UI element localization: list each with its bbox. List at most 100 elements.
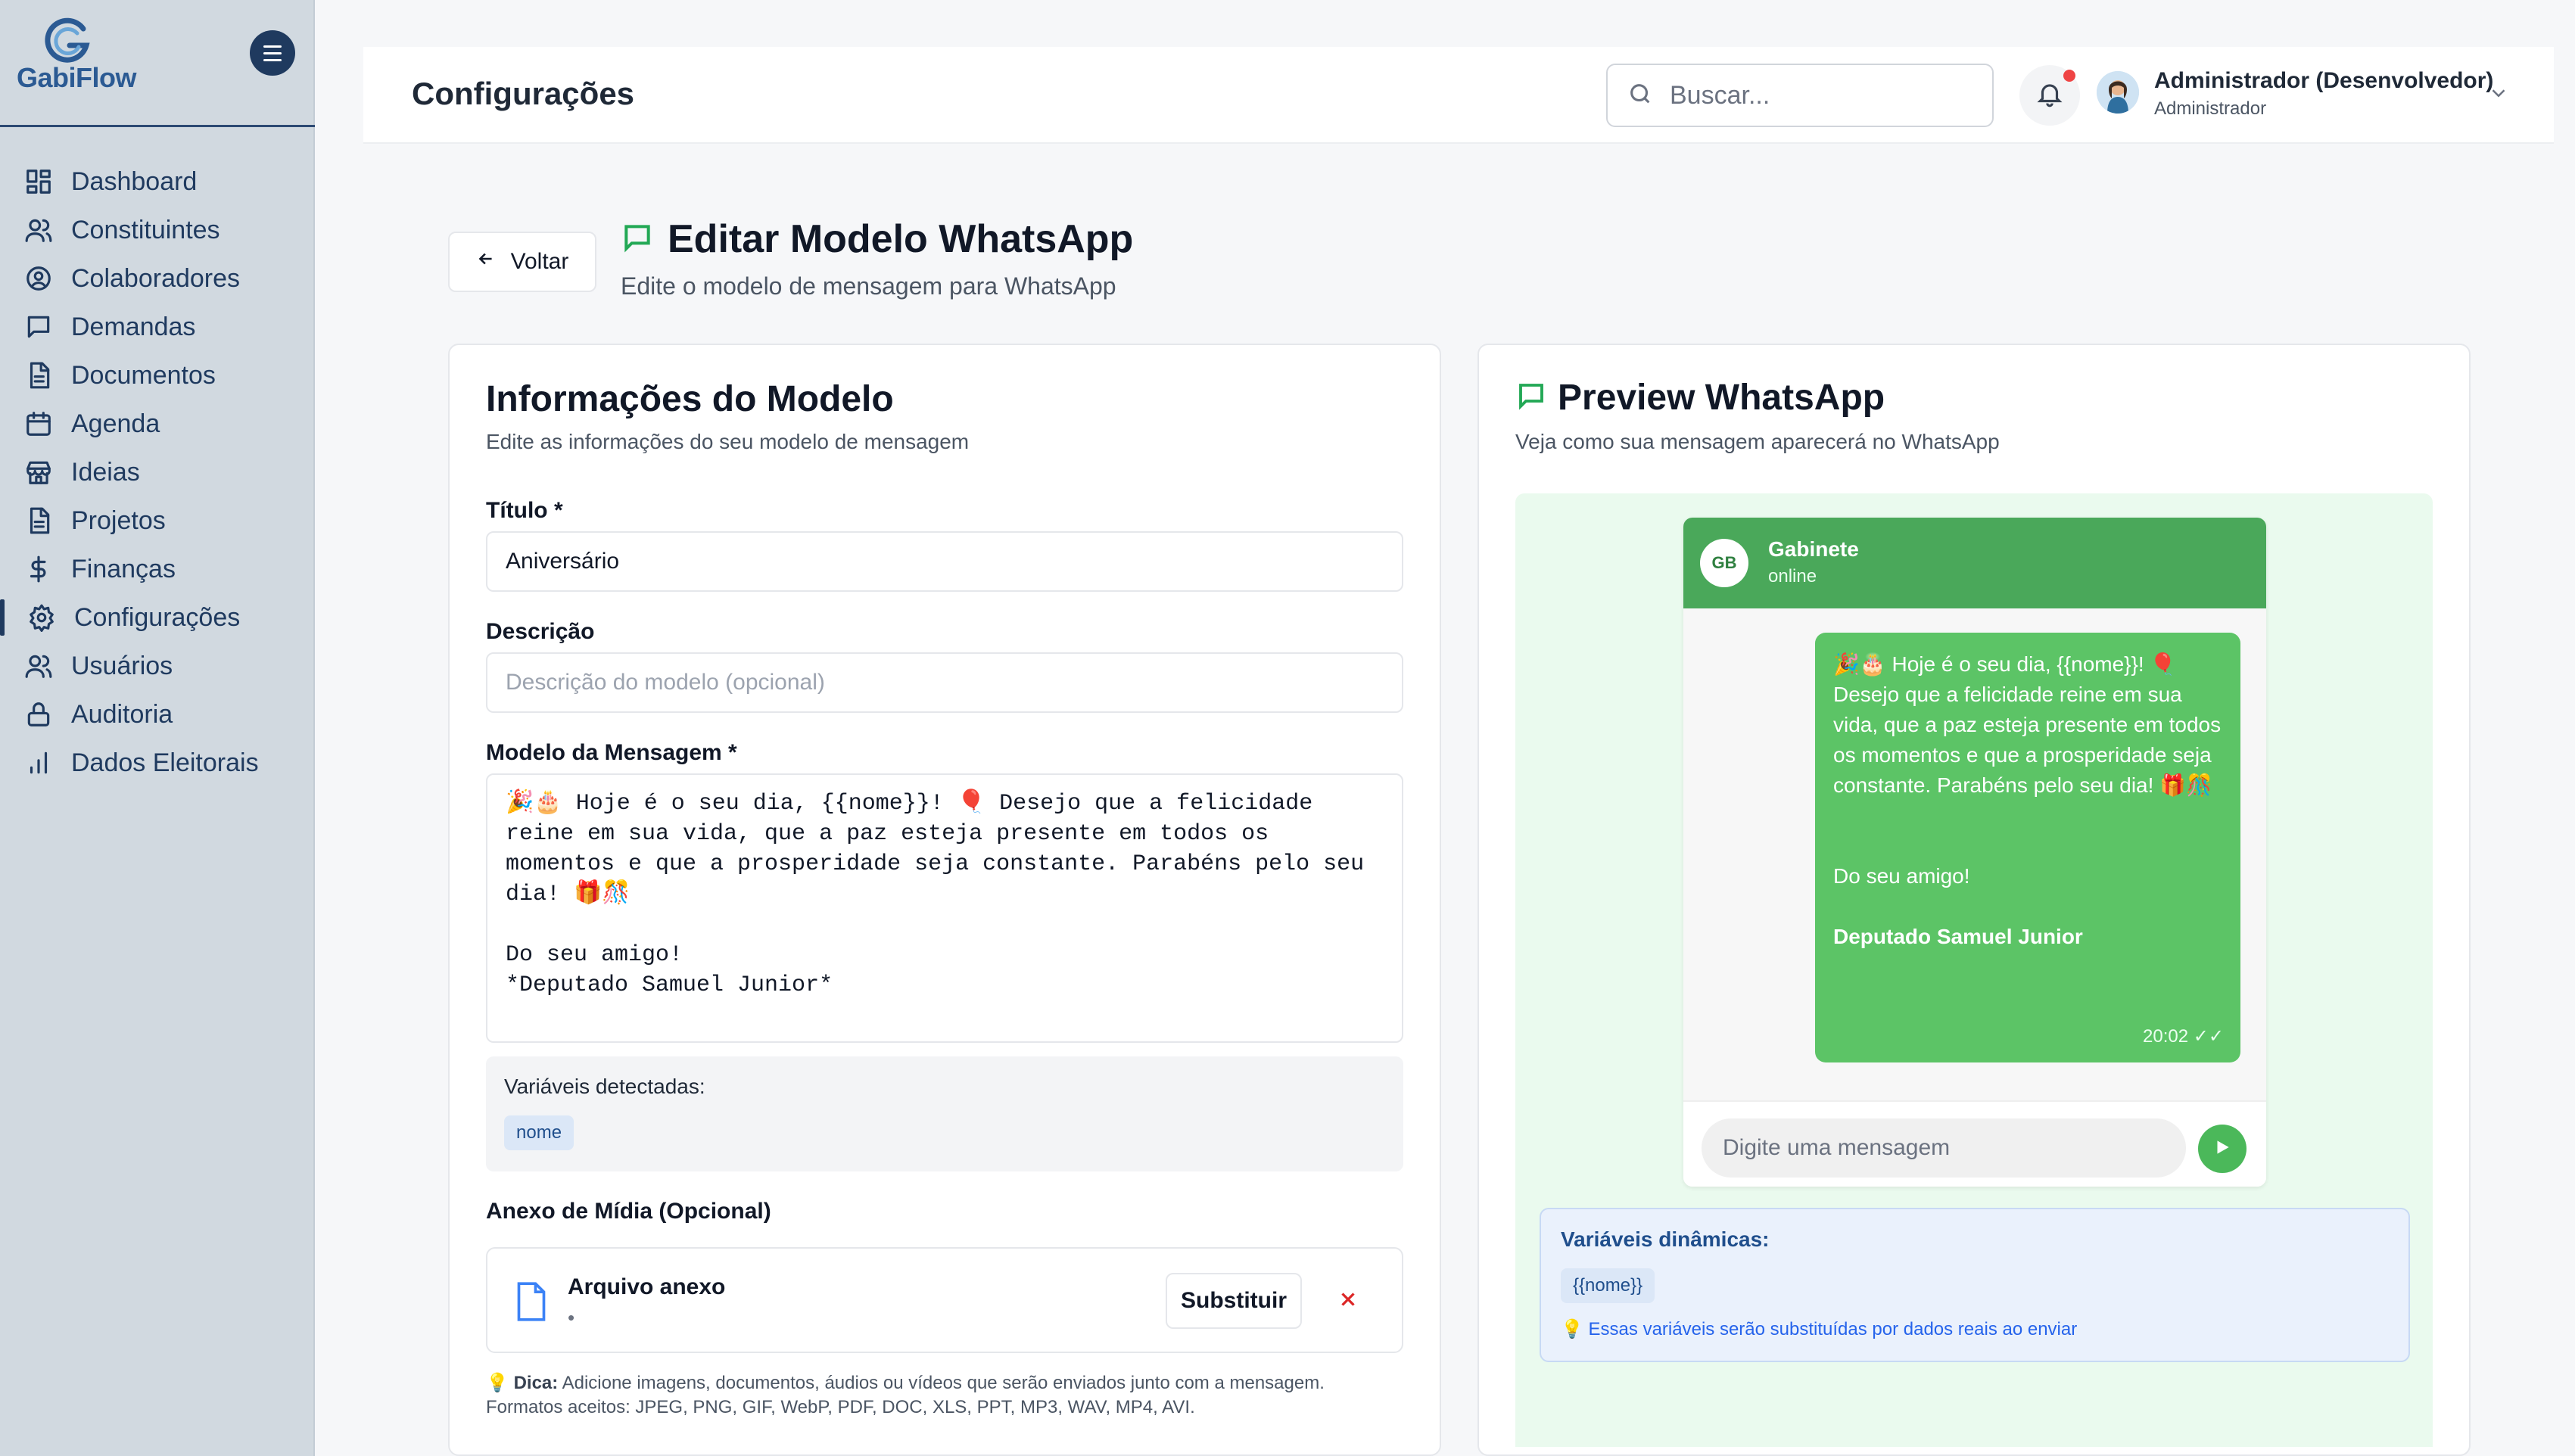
- search-icon: [1627, 81, 1653, 110]
- chevron-down-icon[interactable]: [2487, 82, 2510, 104]
- preview-area: GB Gabinete online 🎉🎂 Hoje é o seu dia, …: [1515, 493, 2433, 1447]
- page-title: Configurações: [412, 76, 635, 111]
- store-icon: [24, 458, 53, 487]
- hamburger-icon: [263, 43, 282, 64]
- brand-name: GabiFlow: [17, 62, 137, 93]
- tip-label: Dica:: [513, 1373, 559, 1393]
- dollar-icon: [24, 555, 53, 583]
- arrow-left-icon: [476, 249, 511, 275]
- contact-avatar: GB: [1700, 539, 1748, 587]
- sidebar-item-dados-eleitorais[interactable]: Dados Eleitorais: [0, 739, 315, 787]
- message-icon: [621, 221, 668, 258]
- page-heading: Editar Modelo WhatsApp: [621, 216, 1133, 262]
- file-icon: [515, 1282, 548, 1321]
- search-input[interactable]: [1670, 80, 1973, 110]
- sidebar-item-label: Projetos: [71, 506, 166, 535]
- sidebar-item-label: Auditoria: [71, 699, 173, 729]
- chat-message-input[interactable]: Digite uma mensagem: [1702, 1118, 2186, 1178]
- sidebar-item-documentos[interactable]: Documentos: [0, 351, 315, 400]
- dynamic-variables-box: Variáveis dinâmicas: {{nome}} 💡 Essas va…: [1540, 1208, 2410, 1362]
- whatsapp-phone-mock: GB Gabinete online 🎉🎂 Hoje é o seu dia, …: [1683, 518, 2266, 1187]
- top-header: Configurações Administrador (Desenvolved…: [363, 47, 2554, 144]
- model-info-card: Informações do Modelo Edite as informaçõ…: [448, 344, 1441, 1456]
- sidebar-item-label: Configurações: [74, 602, 241, 632]
- sidebar-item-label: Demandas: [71, 312, 196, 341]
- tip-text: 💡 Dica: Adicione imagens, documentos, áu…: [486, 1371, 1417, 1420]
- message-bubble: 🎉🎂 Hoje é o seu dia, {{nome}}! 🎈 Desejo …: [1815, 633, 2240, 1062]
- sidebar-item-label: Usuários: [71, 651, 173, 680]
- media-attachment-label: Anexo de Mídia (Opcional): [486, 1199, 771, 1224]
- sidebar-item-label: Constituintes: [71, 215, 220, 244]
- brand-area: GabiFlow: [0, 0, 315, 127]
- bell-icon: [2035, 79, 2064, 112]
- sidebar-item-projetos[interactable]: Projetos: [0, 496, 315, 545]
- detected-variables-title: Variáveis detectadas:: [504, 1075, 705, 1098]
- variable-chip: {{nome}}: [1561, 1268, 1655, 1303]
- message-icon: [1515, 380, 1558, 415]
- menu-toggle-button[interactable]: [250, 30, 295, 76]
- preview-heading: Preview WhatsApp: [1515, 377, 1885, 418]
- edit-subtitle: Edite o modelo de mensagem para WhatsApp: [621, 272, 1116, 300]
- back-button-label: Voltar: [510, 249, 569, 274]
- contact-status: online: [1768, 566, 1817, 586]
- close-icon: [1337, 1288, 1359, 1314]
- search-box[interactable]: [1606, 64, 1994, 127]
- attachment-meta: •: [568, 1306, 575, 1329]
- detected-variables-box: Variáveis detectadas: nome: [486, 1056, 1403, 1171]
- whatsapp-preview-card: Preview WhatsApp Veja como sua mensagem …: [1477, 344, 2471, 1456]
- bubble-closing: Do seu amigo!: [1833, 864, 1970, 888]
- dynamic-variables-note: 💡 Essas variáveis serão substituídas por…: [1561, 1319, 2078, 1339]
- message-icon: [24, 313, 53, 341]
- title-input[interactable]: Aniversário: [486, 531, 1403, 592]
- preview-subtitle: Veja como sua mensagem aparecerá no What…: [1515, 430, 2000, 453]
- attachment-name: Arquivo anexo: [568, 1274, 726, 1299]
- sidebar-item-ideias[interactable]: Ideias: [0, 448, 315, 496]
- sidebar: GabiFlow Dashboard Constituintes Colabor…: [0, 0, 315, 1456]
- chat-input-area: Digite uma mensagem: [1683, 1100, 2266, 1187]
- back-button[interactable]: Voltar: [448, 232, 596, 292]
- sidebar-item-label: Dados Eleitorais: [71, 748, 259, 777]
- card-title: Informações do Modelo: [486, 379, 894, 419]
- sidebar-item-constituintes[interactable]: Constituintes: [0, 206, 315, 254]
- user-name[interactable]: Administrador (Desenvolvedor): [2154, 68, 2493, 94]
- variable-chip: nome: [504, 1115, 574, 1150]
- users-icon: [24, 216, 53, 244]
- remove-attachment-button[interactable]: [1331, 1283, 1365, 1318]
- send-button[interactable]: [2198, 1125, 2247, 1173]
- avatar[interactable]: [2097, 71, 2139, 114]
- description-input[interactable]: Descrição do modelo (opcional): [486, 652, 1403, 713]
- sidebar-item-auditoria[interactable]: Auditoria: [0, 690, 315, 739]
- gear-icon: [27, 603, 56, 632]
- users-icon: [24, 652, 53, 680]
- tip-formats: Formatos aceitos: JPEG, PNG, GIF, WebP, …: [486, 1397, 1195, 1417]
- notifications-button[interactable]: [2019, 65, 2080, 126]
- sidebar-item-colaboradores[interactable]: Colaboradores: [0, 254, 315, 303]
- calendar-icon: [24, 409, 53, 438]
- send-icon: [2212, 1137, 2232, 1161]
- message-time: 20:02 ✓✓: [2143, 1026, 2224, 1047]
- replace-button[interactable]: Substituir: [1166, 1273, 1302, 1329]
- title-label: Título *: [486, 498, 563, 523]
- gabiflow-logo-icon: [42, 15, 94, 67]
- card-subtitle: Edite as informações do seu modelo de me…: [486, 430, 970, 453]
- message-template-label: Modelo da Mensagem *: [486, 740, 737, 765]
- sidebar-item-label: Dashboard: [71, 166, 198, 196]
- dashboard-icon: [24, 167, 53, 196]
- sidebar-item-financas[interactable]: Finanças: [0, 545, 315, 593]
- bubble-signature: Deputado Samuel Junior: [1833, 925, 2083, 948]
- contact-name: Gabinete: [1768, 537, 1859, 561]
- sidebar-item-usuarios[interactable]: Usuários: [0, 642, 315, 690]
- sidebar-item-label: Ideias: [71, 457, 140, 487]
- sidebar-item-agenda[interactable]: Agenda: [0, 400, 315, 448]
- sidebar-item-configuracoes[interactable]: Configurações: [0, 593, 315, 642]
- sidebar-nav: Dashboard Constituintes Colaboradores De…: [0, 157, 315, 787]
- message-template-textarea[interactable]: 🎉🎂 Hoje é o seu dia, {{nome}}! 🎈 Desejo …: [486, 773, 1403, 1043]
- document-icon: [24, 361, 53, 390]
- document-icon: [24, 506, 53, 535]
- bar-chart-icon: [24, 748, 53, 777]
- sidebar-item-demandas[interactable]: Demandas: [0, 303, 315, 351]
- sidebar-item-dashboard[interactable]: Dashboard: [0, 157, 315, 206]
- user-role: Administrador: [2154, 98, 2267, 119]
- sidebar-item-label: Colaboradores: [71, 263, 241, 293]
- sidebar-item-label: Agenda: [71, 409, 160, 438]
